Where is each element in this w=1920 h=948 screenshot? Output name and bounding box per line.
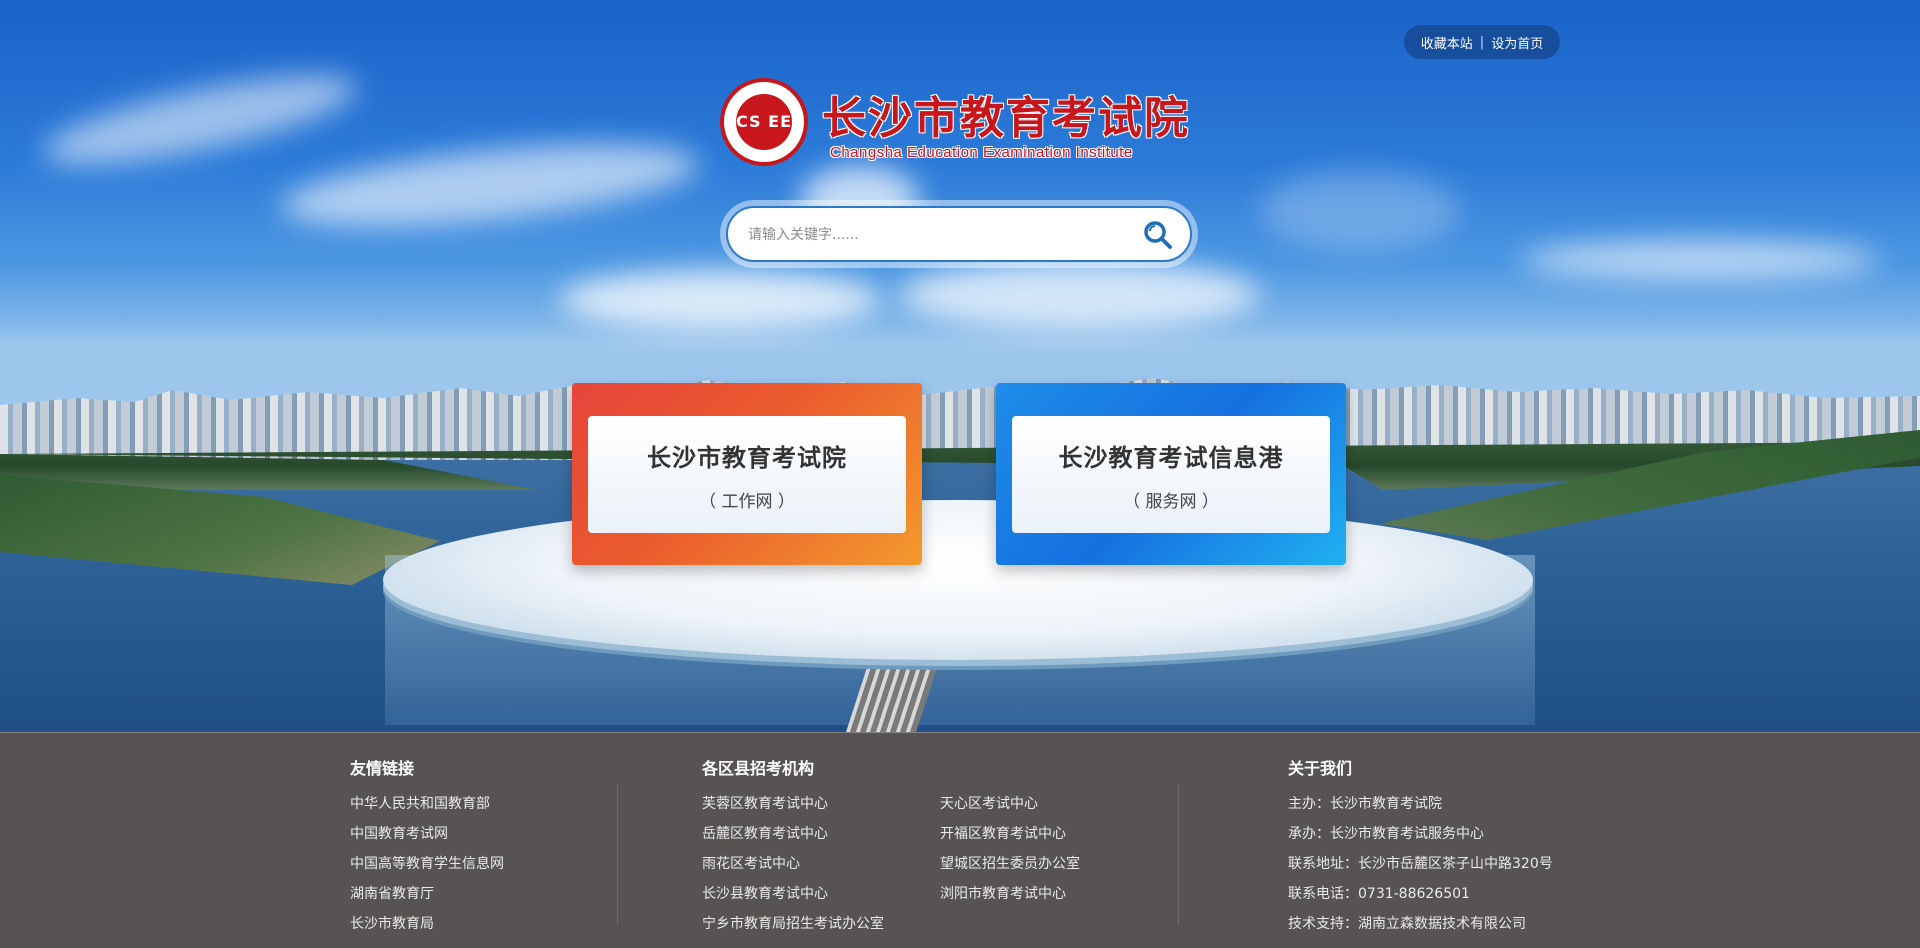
district-link[interactable]: 浏阳市教育考试中心 <box>940 886 1066 902</box>
service-site-card[interactable]: 长沙教育考试信息港 （ 服务网 ） <box>996 383 1346 565</box>
work-site-card[interactable]: 长沙市教育考试院 （ 工作网 ） <box>572 383 922 565</box>
search-button[interactable] <box>1140 217 1176 253</box>
about-item: 联系地址：长沙市岳麓区茶子山中路320号 <box>1288 856 1553 872</box>
district-link[interactable]: 雨花区考试中心 <box>702 856 800 872</box>
friend-link[interactable]: 中国高等教育学生信息网 <box>350 856 504 872</box>
cloud <box>1520 240 1880 280</box>
cloud <box>1260 170 1460 250</box>
friend-links: 友情链接 中华人民共和国教育部 中国教育考试网 中国高等教育学生信息网 湖南省教… <box>350 755 504 939</box>
divider <box>1178 785 1179 925</box>
cloud <box>560 270 880 330</box>
site-logo[interactable]: CS EE 长沙市教育考试院 Changsha Education Examin… <box>720 78 1190 170</box>
card-title: 长沙市教育考试院 <box>647 443 847 472</box>
list-item: 望城区招生委员办公室 <box>940 849 1178 879</box>
list-item: 中华人民共和国教育部 <box>350 789 504 819</box>
about-item: 联系电话：0731-88626501 <box>1288 886 1470 902</box>
card-subtitle: （ 工作网 ） <box>699 491 795 512</box>
list-item: 长沙市教育局 <box>350 909 504 939</box>
search-input[interactable] <box>746 218 1130 252</box>
cloud <box>277 128 703 242</box>
about-item: 主办：长沙市教育考试院 <box>1288 796 1442 812</box>
logo-title-cn: 长沙市教育考试院 <box>822 93 1190 144</box>
logo-title-en: Changsha Education Examination Institute <box>830 144 1133 161</box>
list-item: 天心区考试中心 <box>940 789 1178 819</box>
logo-emblem: CS EE <box>720 78 808 166</box>
footer: 友情链接 中华人民共和国教育部 中国教育考试网 中国高等教育学生信息网 湖南省教… <box>0 732 1920 948</box>
list-item: 长沙县教育考试中心 <box>702 879 940 909</box>
card-subtitle: （ 服务网 ） <box>1123 491 1219 512</box>
set-homepage-link[interactable]: 设为首页 <box>1491 33 1543 52</box>
district-link[interactable]: 宁乡市教育局招生考试办公室 <box>702 916 884 932</box>
about-item: 技术支持：湖南立森数据技术有限公司 <box>1288 916 1526 932</box>
list-item: 中国教育考试网 <box>350 819 504 849</box>
search-bar <box>720 200 1198 268</box>
divider <box>617 785 618 925</box>
card-title: 长沙教育考试信息港 <box>1058 443 1284 472</box>
about-item: 承办：长沙市教育考试服务中心 <box>1288 826 1484 842</box>
district-link[interactable]: 开福区教育考试中心 <box>940 826 1066 842</box>
list-item: 开福区教育考试中心 <box>940 819 1178 849</box>
list-item: 岳麓区教育考试中心 <box>702 819 940 849</box>
district-agencies: 各区县招考机构 芙蓉区教育考试中心 岳麓区教育考试中心 雨花区考试中心 长沙县教… <box>702 755 1178 939</box>
list-item: 雨花区考试中心 <box>702 849 940 879</box>
district-link[interactable]: 芙蓉区教育考试中心 <box>702 796 828 812</box>
district-link[interactable]: 岳麓区教育考试中心 <box>702 826 828 842</box>
friend-link[interactable]: 中国教育考试网 <box>350 826 448 842</box>
friend-links-heading: 友情链接 <box>350 759 415 778</box>
card-panel: 长沙教育考试信息港 （ 服务网 ） <box>1012 416 1330 533</box>
district-link[interactable]: 长沙县教育考试中心 <box>702 886 828 902</box>
list-item: 中国高等教育学生信息网 <box>350 849 504 879</box>
search-box <box>726 206 1192 262</box>
favorite-link[interactable]: 收藏本站 <box>1421 33 1473 52</box>
card-panel: 长沙市教育考试院 （ 工作网 ） <box>588 416 906 533</box>
district-link[interactable]: 望城区招生委员办公室 <box>940 856 1080 872</box>
platform <box>383 500 1533 660</box>
search-icon <box>1144 221 1172 249</box>
list-item: 宁乡市教育局招生考试办公室 <box>702 909 940 939</box>
friend-link[interactable]: 长沙市教育局 <box>350 916 434 932</box>
friend-link[interactable]: 中华人民共和国教育部 <box>350 796 490 812</box>
list-item: 湖南省教育厅 <box>350 879 504 909</box>
friend-link[interactable]: 湖南省教育厅 <box>350 886 434 902</box>
cloud <box>37 57 363 183</box>
list-item: 浏阳市教育考试中心 <box>940 879 1178 909</box>
district-link[interactable]: 天心区考试中心 <box>940 796 1038 812</box>
top-links-separator: | <box>1479 34 1485 50</box>
about-us: 关于我们 主办：长沙市教育考试院 承办：长沙市教育考试服务中心 联系地址：长沙市… <box>1288 755 1553 939</box>
logo-emblem-mark: CS EE <box>736 94 792 150</box>
cloud <box>900 260 1260 330</box>
district-agencies-heading: 各区县招考机构 <box>702 759 815 778</box>
top-links: 收藏本站 | 设为首页 <box>1404 25 1560 59</box>
list-item: 芙蓉区教育考试中心 <box>702 789 940 819</box>
about-us-heading: 关于我们 <box>1288 759 1353 778</box>
